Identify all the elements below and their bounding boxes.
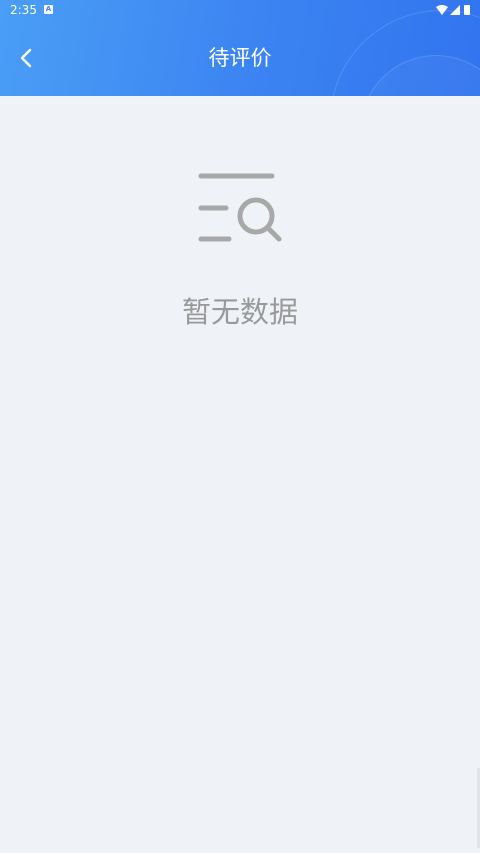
wifi-icon: [436, 5, 448, 15]
status-icons: [436, 5, 470, 15]
app-header: 2:35 A 待评价: [0, 0, 480, 96]
battery-icon: [464, 5, 470, 15]
status-time: 2:35: [10, 3, 37, 17]
signal-icon: [450, 5, 460, 15]
notification-badge: A: [44, 5, 53, 14]
page-title: 待评价: [208, 46, 272, 70]
empty-message: 暂无数据: [181, 295, 298, 329]
search-list-icon: [198, 173, 282, 242]
status-bar: 2:35 A: [0, 0, 480, 20]
